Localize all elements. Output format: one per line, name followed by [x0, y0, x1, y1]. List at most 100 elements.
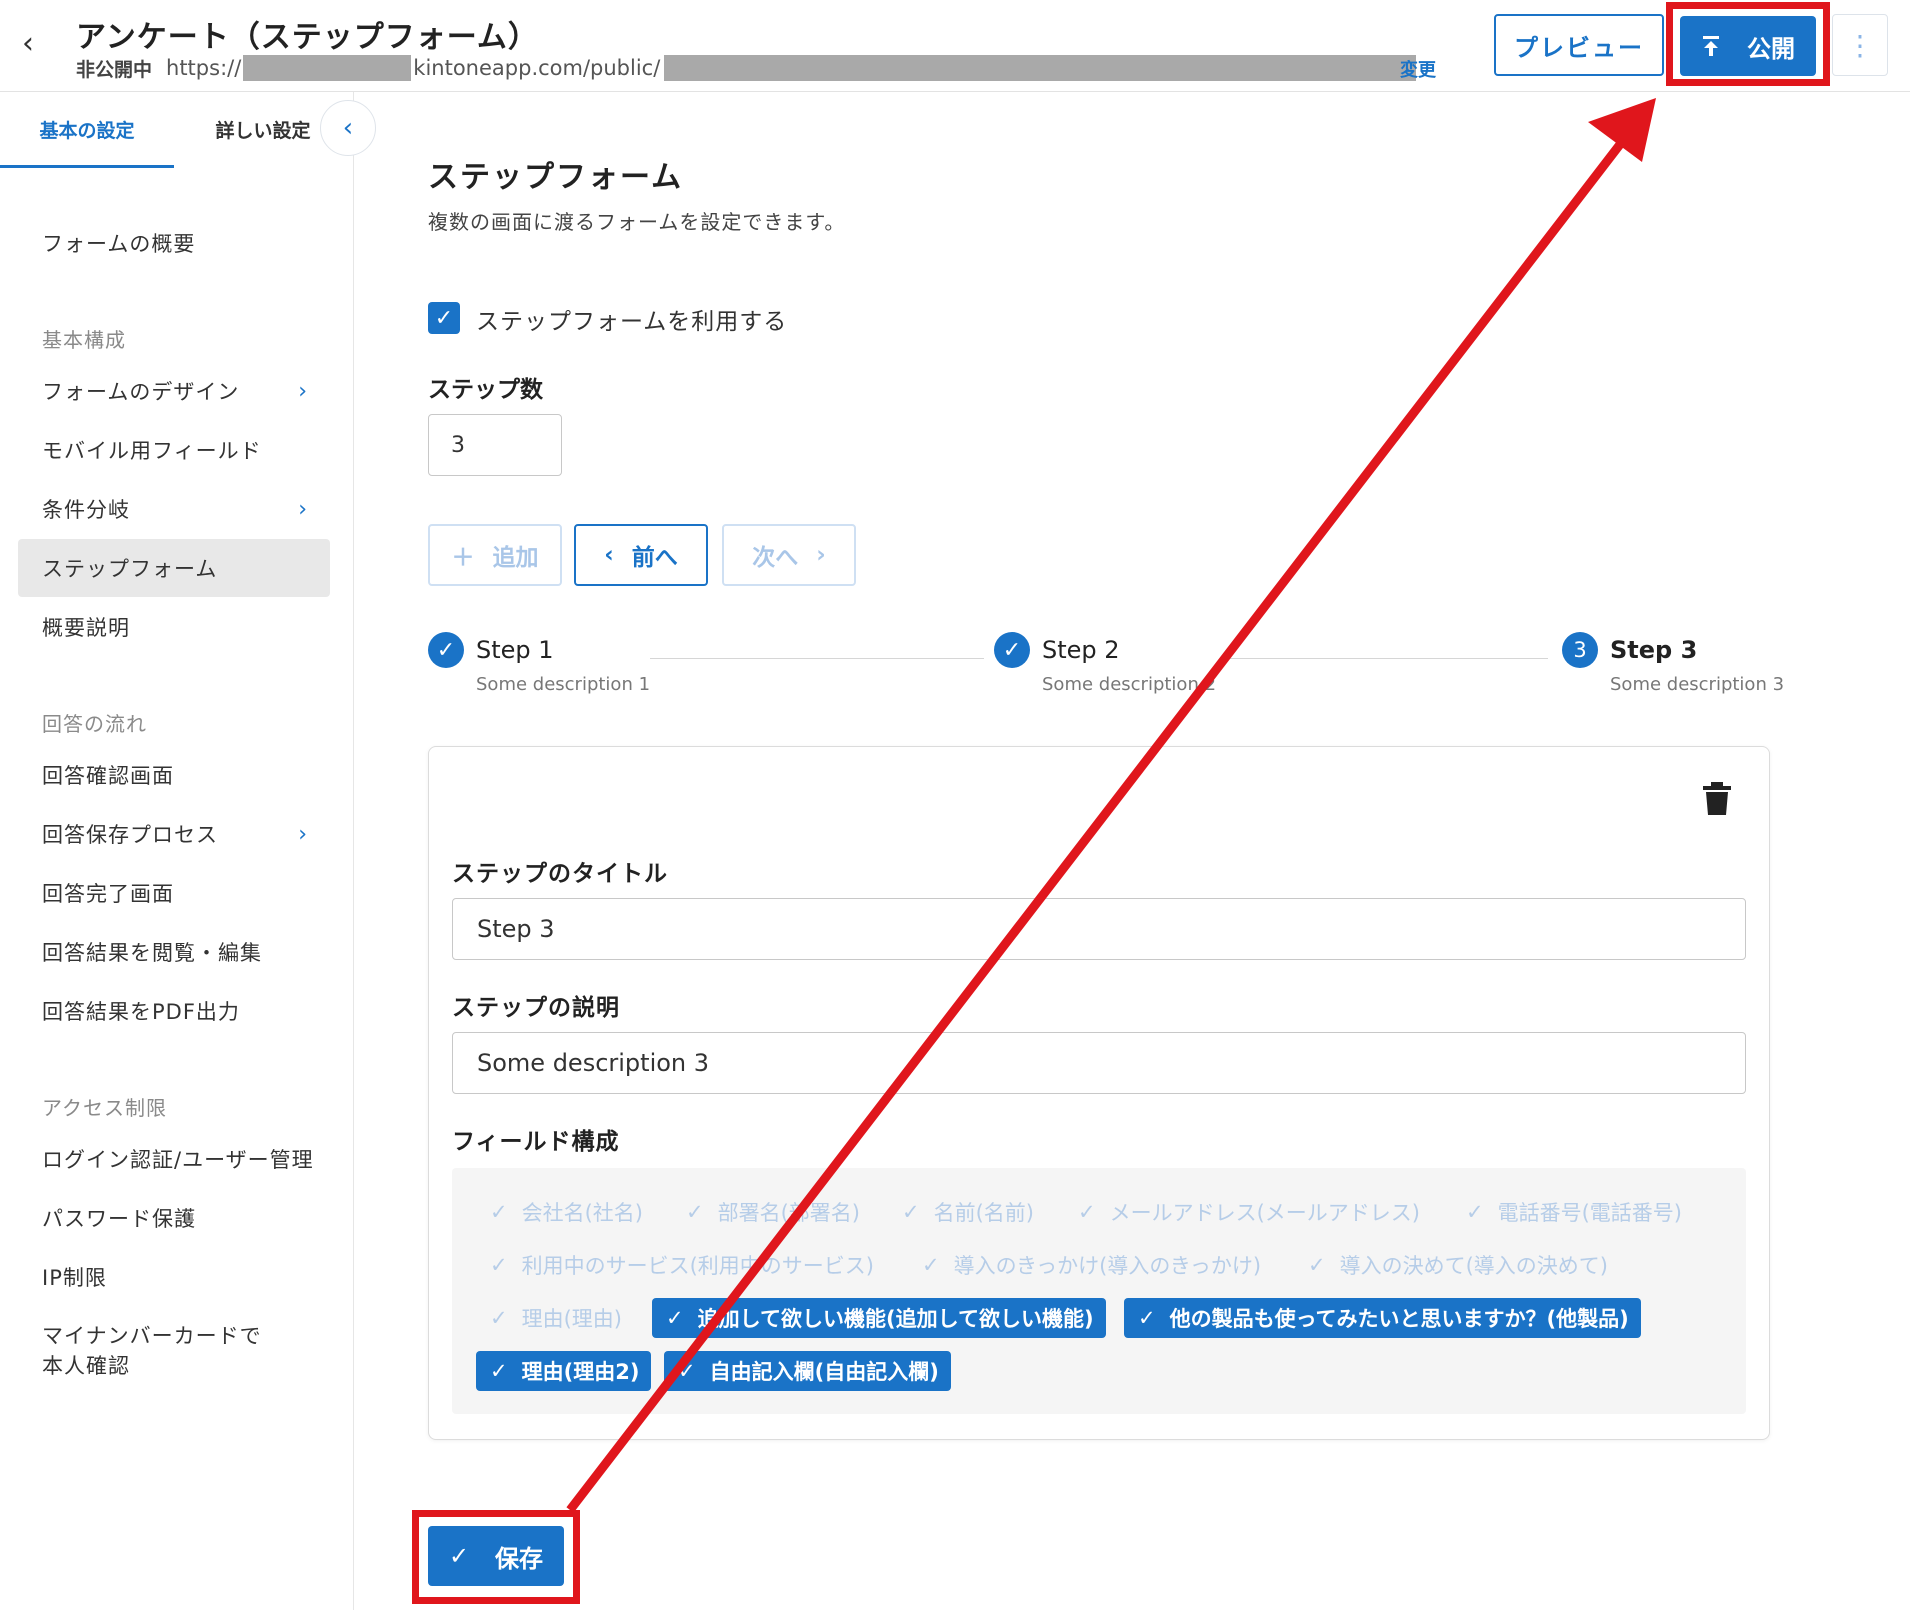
sidebar-item-step-form[interactable]: ステップフォーム	[18, 539, 330, 597]
chevron-right-icon: ›	[816, 542, 826, 568]
add-step-button[interactable]: ＋ 追加	[428, 524, 562, 586]
tab-detailed-settings[interactable]: 詳しい設定	[188, 116, 338, 143]
status-badge: 非公開中	[76, 58, 153, 81]
sidebar-item-label: 回答完了画面	[42, 882, 174, 906]
chevron-right-icon: ›	[298, 378, 308, 404]
use-step-form-label[interactable]: ステップフォームを利用する	[476, 302, 787, 336]
url-domain: kintoneapp.com/public/	[413, 56, 661, 80]
next-label: 次へ	[752, 545, 799, 571]
check-icon: ✓	[490, 1306, 508, 1330]
chevron-right-icon: ›	[298, 821, 308, 847]
sidebar-item-pdf[interactable]: 回答結果をPDF出力	[18, 982, 330, 1040]
sidebar-item-password[interactable]: パスワード保護	[18, 1189, 330, 1247]
step-title: Step 3	[1610, 636, 1698, 664]
sidebar-item-login[interactable]: ログイン認証/ユーザー管理	[18, 1130, 330, 1188]
check-icon: ✓	[490, 1200, 508, 1224]
field-chip[interactable]: ✓ 導入の決めて(導入の決めて)	[1294, 1245, 1620, 1285]
use-step-form-checkbox[interactable]: ✓	[428, 302, 460, 334]
sidebar-item-save-process[interactable]: 回答保存プロセス ›	[18, 805, 330, 863]
sidebar-item-label: ログイン認証/ユーザー管理	[42, 1148, 314, 1172]
back-icon[interactable]: ‹	[22, 26, 50, 62]
sidebar-item-label: フォームのデザイン	[42, 380, 240, 404]
sidebar-item-label: 回答確認画面	[42, 764, 174, 788]
field-chip-selected[interactable]: ✓ 追加して欲しい機能(追加して欲しい機能)	[652, 1298, 1106, 1338]
field-chip-selected[interactable]: ✓ 自由記入欄(自由記入欄)	[664, 1351, 951, 1391]
step-number: 3	[1562, 632, 1598, 668]
chip-label: 導入の決めて(導入の決めて)	[1339, 1254, 1608, 1278]
sidebar-item-label: フォームの概要	[42, 232, 196, 256]
sidebar-item-confirm[interactable]: 回答確認画面	[18, 746, 330, 804]
change-url-link[interactable]: 変更	[1400, 56, 1436, 82]
sidebar-tabs: 基本の設定 詳しい設定	[0, 92, 354, 168]
url-prefix: https://	[166, 56, 242, 80]
plus-icon: ＋	[451, 545, 475, 571]
sidebar-item-label: IP制限	[42, 1266, 107, 1290]
sidebar-item-complete[interactable]: 回答完了画面	[18, 864, 330, 922]
field-chip[interactable]: ✓ 名前(名前)	[888, 1192, 1046, 1232]
trash-icon[interactable]	[1702, 782, 1732, 816]
field-chip-selected[interactable]: ✓ 他の製品も使ってみたいと思いますか？(他製品)	[1124, 1298, 1641, 1338]
sidebar-item-mynumber[interactable]: マイナンバーカードで本人確認	[18, 1307, 330, 1397]
check-icon: ✓	[994, 632, 1030, 668]
next-step-button[interactable]: 次へ ›	[722, 524, 856, 586]
sidebar-item-label: パスワード保護	[42, 1207, 196, 1231]
tab-basic-settings[interactable]: 基本の設定	[0, 116, 174, 168]
step-title-input[interactable]: Step 3	[452, 898, 1746, 960]
check-icon: ✓	[428, 632, 464, 668]
field-chip[interactable]: ✓ 理由(理由)	[476, 1298, 634, 1338]
sidebar-item-view-edit[interactable]: 回答結果を閲覧・編集	[18, 923, 330, 981]
check-icon: ✓	[922, 1253, 940, 1277]
chip-label: 電話番号(電話番号)	[1497, 1201, 1682, 1225]
chip-label: 理由(理由2)	[521, 1360, 640, 1384]
sidebar-item-label: 概要説明	[42, 616, 130, 640]
field-chip[interactable]: ✓ 部署名(部署名)	[672, 1192, 872, 1232]
sidebar-item-label: マイナンバーカードで本人確認	[42, 1324, 262, 1378]
check-icon: ✓	[678, 1359, 696, 1383]
sidebar-item-ip[interactable]: IP制限	[18, 1248, 330, 1306]
sidebar: 基本の設定 詳しい設定 フォームの概要 基本構成 フォームのデザイン › モバイル…	[0, 92, 354, 1610]
add-label: 追加	[492, 545, 539, 571]
sidebar-item-design[interactable]: フォームのデザイン ›	[18, 362, 330, 420]
stepper-connector	[650, 658, 984, 659]
preview-button[interactable]: プレビュー	[1494, 14, 1664, 76]
collapse-sidebar-button[interactable]: ‹	[320, 100, 376, 156]
step-count-input[interactable]: 3	[428, 414, 562, 476]
sidebar-item-label: 回答結果をPDF出力	[42, 1000, 240, 1024]
redacted-block	[243, 55, 412, 81]
check-icon: ✓	[490, 1359, 508, 1383]
chip-label: 自由記入欄(自由記入欄)	[709, 1360, 939, 1384]
check-icon: ✓	[490, 1253, 508, 1277]
section-title: ステップフォーム	[428, 160, 684, 195]
field-composition-label: フィールド構成	[452, 1129, 620, 1155]
chevron-right-icon: ›	[298, 496, 308, 522]
field-chip-selected[interactable]: ✓ 理由(理由2)	[476, 1351, 652, 1391]
field-chip[interactable]: ✓ 利用中のサービス(利用中のサービス)	[476, 1245, 886, 1285]
step-description: Some description 2	[1042, 674, 1217, 695]
public-url: 非公開中 https:// kintoneapp.com/public/	[76, 54, 1420, 82]
field-chip[interactable]: ✓ メールアドレス(メールアドレス)	[1064, 1192, 1432, 1232]
more-menu-icon[interactable]: ⋮	[1832, 14, 1888, 76]
check-icon: ✓	[1078, 1200, 1096, 1224]
page-title: アンケート（ステップフォーム）	[76, 20, 539, 55]
check-icon: ✓	[1308, 1253, 1326, 1277]
sidebar-item-label: 条件分岐	[42, 498, 130, 522]
chip-label: メールアドレス(メールアドレス)	[1109, 1201, 1420, 1225]
sidebar-item-mobile-fields[interactable]: モバイル用フィールド	[18, 421, 330, 479]
chip-label: 利用中のサービス(利用中のサービス)	[521, 1254, 874, 1278]
chip-label: 追加して欲しい機能(追加して欲しい機能)	[697, 1307, 1094, 1331]
step-title: Step 1	[476, 636, 554, 664]
section-basic: 基本構成	[42, 328, 126, 352]
field-chip[interactable]: ✓ 導入のきっかけ(導入のきっかけ)	[908, 1245, 1273, 1285]
field-chip[interactable]: ✓ 電話番号(電話番号)	[1452, 1192, 1694, 1232]
step-description: Some description 1	[476, 674, 651, 695]
sidebar-item-overview[interactable]: フォームの概要	[18, 214, 330, 272]
sidebar-item-summary[interactable]: 概要説明	[18, 598, 330, 656]
section-answer-flow: 回答の流れ	[42, 712, 147, 736]
step-description-input[interactable]: Some description 3	[452, 1032, 1746, 1094]
check-icon: ✓	[902, 1200, 920, 1224]
prev-step-button[interactable]: ‹ 前へ	[574, 524, 708, 586]
section-access: アクセス制限	[42, 1096, 167, 1120]
field-chip[interactable]: ✓ 会社名(社名)	[476, 1192, 655, 1232]
sidebar-item-conditional[interactable]: 条件分岐 ›	[18, 480, 330, 538]
sidebar-item-label: モバイル用フィールド	[42, 439, 262, 463]
